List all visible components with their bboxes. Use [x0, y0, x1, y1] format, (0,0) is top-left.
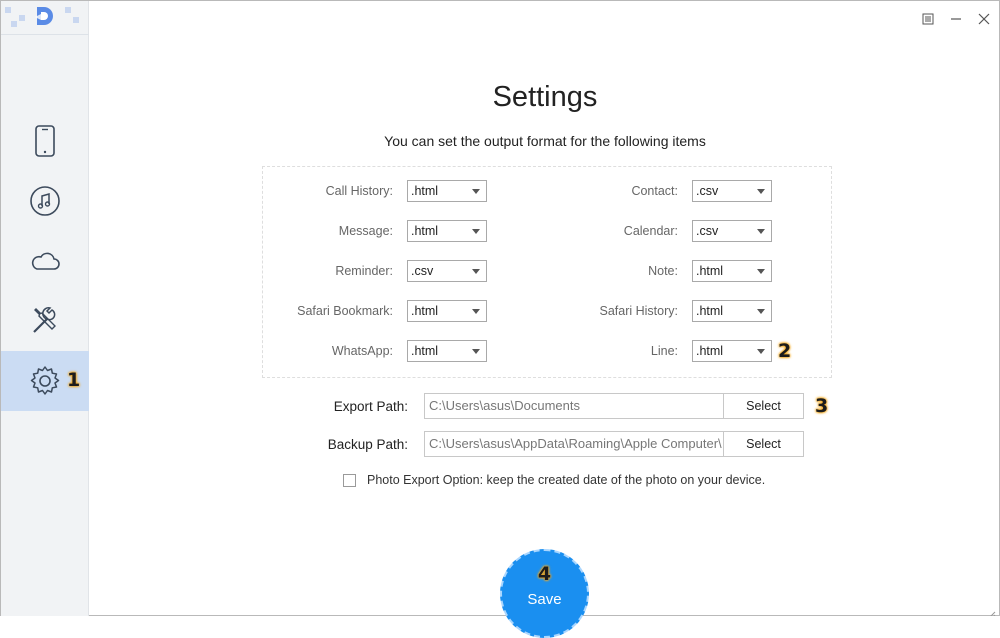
logo-mark-icon	[35, 7, 53, 25]
reminder-label: Reminder:	[335, 264, 393, 278]
minimize-button[interactable]	[946, 9, 966, 29]
chevron-down-icon	[757, 189, 765, 194]
sidebar-item-tools[interactable]	[1, 291, 89, 351]
safari-history-label: Safari History:	[599, 304, 679, 318]
minimize-icon	[951, 18, 961, 20]
whatsapp-label: WhatsApp:	[331, 344, 393, 358]
close-button[interactable]	[974, 9, 994, 29]
backup-path-field[interactable]: C:\Users\asus\AppData\Roaming\Apple Comp…	[424, 431, 724, 457]
contact-format-select[interactable]: .csv	[692, 180, 772, 202]
contact-format-value: .csv	[696, 184, 719, 198]
contact-label: Contact:	[631, 184, 678, 198]
close-icon	[978, 13, 990, 25]
safari-bookmark-label: Safari Bookmark:	[297, 304, 393, 318]
line-label: Line:	[650, 344, 678, 358]
line-format-value: .html	[696, 344, 724, 358]
export-path-label: Export Path:	[333, 399, 408, 414]
calendar-label: Calendar:	[623, 224, 678, 238]
cloud-icon	[31, 252, 60, 270]
menu-button[interactable]	[918, 9, 938, 29]
note-format-select[interactable]: .html	[692, 260, 772, 282]
safari-bookmark-format-value: .html	[411, 304, 439, 318]
chevron-down-icon	[472, 189, 480, 194]
chevron-down-icon	[757, 229, 765, 234]
annotation-marker-1: 1	[67, 369, 81, 391]
chevron-down-icon	[757, 349, 765, 354]
annotation-marker-4: 4	[537, 563, 552, 585]
backup-path-select-button[interactable]: Select	[723, 431, 804, 457]
call-history-format-select[interactable]: .html	[407, 180, 487, 202]
gear-icon	[30, 366, 60, 395]
chevron-down-icon	[757, 269, 765, 274]
note-format-value: .html	[696, 264, 724, 278]
reminder-format-value: .csv	[411, 264, 434, 278]
window-bottom-area	[0, 616, 1000, 638]
sidebar-item-icloud[interactable]	[1, 231, 89, 291]
app-window: 1 Settings You can set the output format…	[0, 0, 1000, 619]
calendar-format-value: .csv	[696, 224, 719, 238]
annotation-marker-3: 3	[815, 395, 829, 417]
safari-history-format-select[interactable]: .html	[692, 300, 772, 322]
safari-history-format-value: .html	[696, 304, 724, 318]
tools-icon	[33, 307, 56, 333]
chevron-down-icon	[472, 229, 480, 234]
resize-grip-icon[interactable]	[988, 606, 996, 619]
photo-export-checkbox[interactable]	[343, 474, 356, 487]
message-format-select[interactable]: .html	[407, 220, 487, 242]
app-logo	[1, 1, 89, 35]
line-format-select[interactable]: .html	[692, 340, 772, 362]
photo-export-label: Photo Export Option: keep the created da…	[367, 473, 766, 487]
backup-path-label: Backup Path:	[327, 437, 408, 452]
export-path-field[interactable]: C:\Users\asus\Documents	[424, 393, 724, 419]
save-button[interactable]: 4 Save	[500, 549, 589, 638]
calendar-format-select[interactable]: .csv	[692, 220, 772, 242]
call-history-format-value: .html	[411, 184, 439, 198]
message-label: Message:	[338, 224, 393, 238]
chevron-down-icon	[472, 269, 480, 274]
note-label: Note:	[648, 264, 678, 278]
save-button-label: Save	[527, 591, 562, 608]
list-icon	[922, 13, 934, 25]
page-subtitle: You can set the output format for the fo…	[384, 133, 706, 149]
sidebar-item-itunes[interactable]	[1, 171, 89, 231]
whatsapp-format-value: .html	[411, 344, 439, 358]
safari-bookmark-format-select[interactable]: .html	[407, 300, 487, 322]
message-format-value: .html	[411, 224, 439, 238]
page-title: Settings	[492, 81, 598, 113]
music-icon	[30, 186, 60, 216]
annotation-marker-2: 2	[778, 340, 792, 362]
call-history-label: Call History:	[325, 184, 393, 198]
whatsapp-format-select[interactable]: .html	[407, 340, 487, 362]
chevron-down-icon	[472, 309, 480, 314]
chevron-down-icon	[472, 349, 480, 354]
chevron-down-icon	[757, 309, 765, 314]
export-path-select-button[interactable]: Select	[723, 393, 804, 419]
reminder-format-select[interactable]: .csv	[407, 260, 487, 282]
